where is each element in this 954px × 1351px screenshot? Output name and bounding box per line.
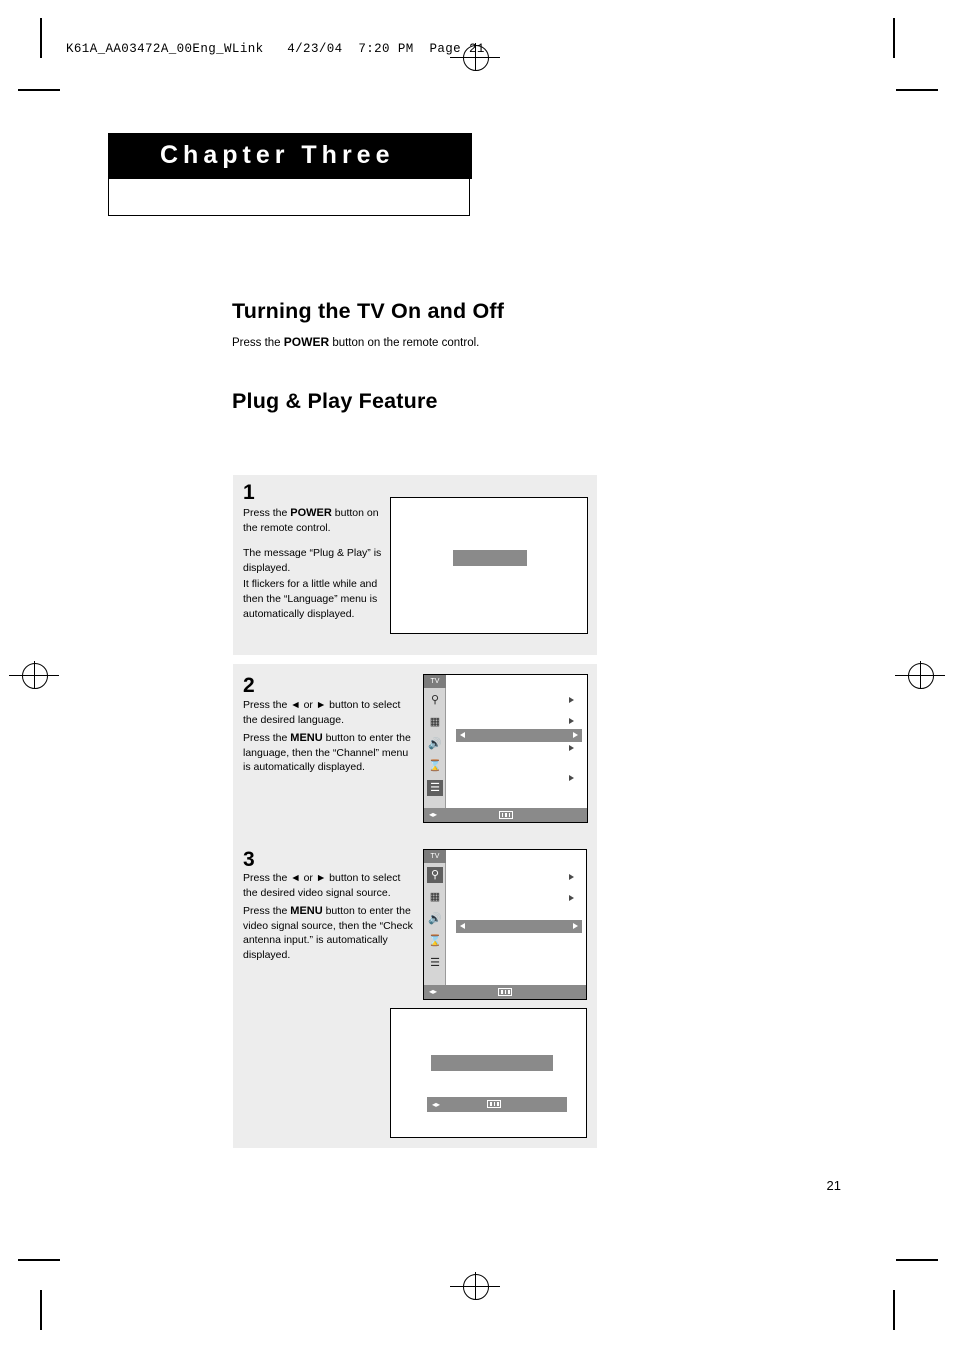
crop-mark-bottom-right-h <box>896 1259 938 1261</box>
chapter-title-text: Chapter Three <box>160 141 395 169</box>
plug-play-message-bar <box>453 550 527 566</box>
body-post: button on the remote control. <box>329 337 480 349</box>
s3p1-pre: Press the ◄ or ► button to select the de… <box>243 872 401 899</box>
s3p2-pre: Press the <box>243 905 291 918</box>
menu-body-2 <box>446 850 586 999</box>
menu-body <box>446 675 587 822</box>
page-number: 21 <box>826 1178 841 1193</box>
left-right-arrows-icon: ◂▸ <box>429 987 438 996</box>
settings-icon[interactable]: ☰ <box>427 780 443 796</box>
registration-mark-bottom <box>463 1274 489 1300</box>
antenna-icon[interactable]: ⚲ <box>427 692 443 708</box>
left-arrow-icon <box>460 923 465 929</box>
step-1-para-2: The message “Plug & Play” is displayed. <box>243 546 395 575</box>
left-right-arrows-icon: ◂▸ <box>432 1100 441 1109</box>
s2p1-pre: Press the ◄ or ► button to select the de… <box>243 699 401 726</box>
speaker-icon[interactable]: 🔊 <box>427 736 443 752</box>
step-1-para-1: Press the POWER button on the remote con… <box>243 506 395 535</box>
menu-row-1-arrow-icon <box>569 874 574 880</box>
menu-button-icon <box>498 988 512 996</box>
turning-tv-on-off-body: Press the POWER button on the remote con… <box>232 335 479 349</box>
registration-line-right-v <box>919 661 921 689</box>
step-2-text: Press the ◄ or ► button to select the de… <box>243 698 415 775</box>
tv-screen-language-menu: TV ⚲ ▦ 🔊 ⌛ ☰ ◂▸ <box>423 674 588 823</box>
step-2-para-1: Press the ◄ or ► button to select the de… <box>243 698 415 727</box>
menu-button-icon <box>498 811 513 819</box>
tv-screen-video-source-menu: TV ⚲ ▦ 🔊 ⌛ ☰ ◂▸ <box>423 849 587 1000</box>
s1p1-bold: POWER <box>290 507 332 519</box>
crop-mark-bottom-right-v <box>893 1290 895 1330</box>
step-2-para-2: Press the MENU button to enter the langu… <box>243 731 415 775</box>
step-1-number: 1 <box>243 481 255 504</box>
print-header-filename: K61A_AA03472A_00Eng_WLink 4/23/04 7:20 P… <box>66 42 485 56</box>
s3p2-bold: MENU <box>290 905 323 918</box>
menu-row-5-arrow-icon <box>569 775 574 781</box>
left-arrow-icon <box>460 732 465 738</box>
step-3-para-1: Press the ◄ or ► button to select the de… <box>243 871 415 900</box>
menu-row-2-arrow-icon <box>569 718 574 724</box>
body-pre: Press the <box>232 337 284 349</box>
tv-screen-plug-play-message <box>390 497 588 634</box>
registration-line-bottom-v <box>474 1272 476 1300</box>
step-1-para-3: It flickers for a little while and then … <box>243 577 395 621</box>
s1p1-pre: Press the <box>243 507 291 519</box>
clock-icon[interactable]: ⌛ <box>427 933 443 949</box>
menu-highlighted-row-video-source[interactable] <box>456 920 582 933</box>
right-arrow-icon <box>573 923 578 929</box>
body-bold-power: POWER <box>283 335 330 349</box>
crop-mark-top-right-h <box>896 89 938 91</box>
antenna-icon[interactable]: ⚲ <box>427 867 443 883</box>
step-3-para-2: Press the MENU button to enter the video… <box>243 904 415 962</box>
crop-mark-top-right-v <box>893 18 895 58</box>
speaker-icon[interactable]: 🔊 <box>427 911 443 927</box>
step-1-text: Press the POWER button on the remote con… <box>243 506 395 621</box>
chapter-subtitle-box <box>108 179 470 216</box>
crop-mark-top-left-h <box>18 89 60 91</box>
menu-row-1-arrow-icon <box>569 697 574 703</box>
picture-icon[interactable]: ▦ <box>427 714 443 730</box>
crop-mark-top-left-v <box>40 18 42 58</box>
menu-highlighted-row-language[interactable] <box>456 729 582 742</box>
clock-icon[interactable]: ⌛ <box>427 758 443 774</box>
s1p3-pre: It flickers for a little while and then … <box>243 578 378 620</box>
registration-mark-right <box>908 663 934 689</box>
step-3-text: Press the ◄ or ► button to select the de… <box>243 871 415 963</box>
s2p2-pre: Press the <box>243 732 291 745</box>
menu-footer-bar: ◂▸ <box>424 808 587 822</box>
registration-mark-left <box>22 663 48 689</box>
s2p2-bold: MENU <box>290 732 323 745</box>
menu-footer-bar-2: ◂▸ <box>424 985 586 999</box>
settings-icon[interactable]: ☰ <box>427 955 443 971</box>
menu-button-icon <box>487 1100 501 1108</box>
heading-plug-and-play: Plug & Play Feature <box>232 389 438 413</box>
s1p2-pre: The message “Plug & Play” is displayed. <box>243 547 382 574</box>
crop-mark-bottom-left-h <box>18 1259 60 1261</box>
right-arrow-icon <box>573 732 578 738</box>
registration-line-left-v <box>33 661 35 689</box>
menu-row-2-arrow-icon <box>569 895 574 901</box>
menu-title-tv-2: TV <box>424 850 446 863</box>
picture-icon[interactable]: ▦ <box>427 889 443 905</box>
left-right-arrows-icon: ◂▸ <box>429 810 438 819</box>
check-antenna-message-bar <box>431 1055 553 1071</box>
tv-screen-check-antenna-input: ◂▸ <box>390 1008 587 1138</box>
crop-mark-bottom-left-v <box>40 1290 42 1330</box>
step-2-number: 2 <box>243 674 255 697</box>
step-3-number: 3 <box>243 848 255 871</box>
menu-row-4-arrow-icon <box>569 745 574 751</box>
menu-title-tv: TV <box>424 675 446 688</box>
heading-turning-tv-on-off: Turning the TV On and Off <box>232 299 505 323</box>
